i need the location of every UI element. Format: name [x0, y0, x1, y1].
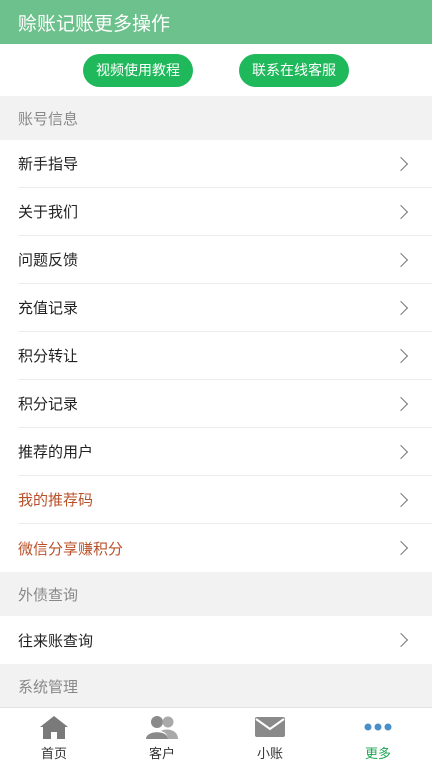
tab-home[interactable]: 首页	[0, 708, 108, 768]
menu-item-label: 我的推荐码	[18, 491, 94, 509]
page-header: 赊账记账更多操作	[0, 0, 432, 44]
more-icon	[363, 714, 393, 740]
chevron-right-icon	[393, 204, 409, 219]
menu-item-feedback[interactable]: 问题反馈	[18, 236, 432, 284]
menu-item-points-transfer[interactable]: 积分转让	[18, 332, 432, 380]
menu-item-label: 往来账查询	[18, 631, 94, 650]
contact-service-button[interactable]: 联系在线客服	[239, 53, 349, 87]
chevron-right-icon	[393, 632, 409, 648]
tab-small-account[interactable]: 小账	[216, 708, 324, 768]
tab-customers[interactable]: 客户	[108, 708, 216, 768]
menu-item-label: 微信分享赚积分	[18, 539, 124, 558]
section-debt-title: 外债查询	[0, 572, 432, 616]
chevron-right-icon	[393, 396, 409, 411]
menu-item-recharge-records[interactable]: 充值记录	[18, 284, 432, 332]
bottom-tab-bar: 首页 客户 小账 更多	[0, 707, 432, 768]
menu-item-label: 积分记录	[18, 395, 79, 413]
chevron-right-icon	[393, 540, 409, 556]
action-bar: 视频使用教程 联系在线客服	[0, 44, 432, 96]
mail-icon	[254, 714, 286, 740]
video-tutorial-button[interactable]: 视频使用教程	[83, 53, 193, 87]
chevron-right-icon	[393, 348, 409, 363]
menu-item-label: 新手指导	[18, 155, 79, 173]
menu-item-label: 积分转让	[18, 347, 79, 365]
menu-item-label: 推荐的用户	[18, 443, 94, 461]
menu-item-my-referral-code[interactable]: 我的推荐码	[18, 476, 432, 524]
menu-item-account-query[interactable]: 往来账查询	[18, 616, 432, 664]
chevron-right-icon	[393, 492, 409, 507]
tab-label: 更多	[364, 747, 391, 762]
section-system-title: 系统管理	[0, 664, 432, 708]
menu-item-referred-users[interactable]: 推荐的用户	[18, 428, 432, 476]
section-account-title: 账号信息	[0, 96, 432, 140]
menu-item-label: 关于我们	[18, 203, 79, 221]
chevron-right-icon	[393, 444, 409, 459]
tab-label: 首页	[40, 747, 67, 762]
tab-label: 小账	[256, 747, 283, 762]
menu-item-label: 问题反馈	[18, 251, 79, 269]
menu-item-wechat-share[interactable]: 微信分享赚积分	[18, 524, 432, 572]
home-icon	[38, 714, 70, 740]
tab-label: 客户	[148, 747, 175, 762]
menu-item-about[interactable]: 关于我们	[18, 188, 432, 236]
menu-item-label: 充值记录	[18, 299, 79, 317]
chevron-right-icon	[393, 252, 409, 267]
debt-list: 往来账查询	[0, 616, 432, 664]
menu-item-points-records[interactable]: 积分记录	[18, 380, 432, 428]
account-list: 新手指导 关于我们 问题反馈 充值记录 积分转让 积分记录 推荐的用户 我的推荐…	[0, 140, 432, 572]
page-title: 赊账记账更多操作	[18, 12, 171, 35]
chevron-right-icon	[393, 300, 409, 315]
menu-item-guide[interactable]: 新手指导	[18, 140, 432, 188]
tab-more[interactable]: 更多	[324, 708, 432, 768]
chevron-right-icon	[393, 156, 409, 171]
customers-icon	[145, 714, 179, 740]
